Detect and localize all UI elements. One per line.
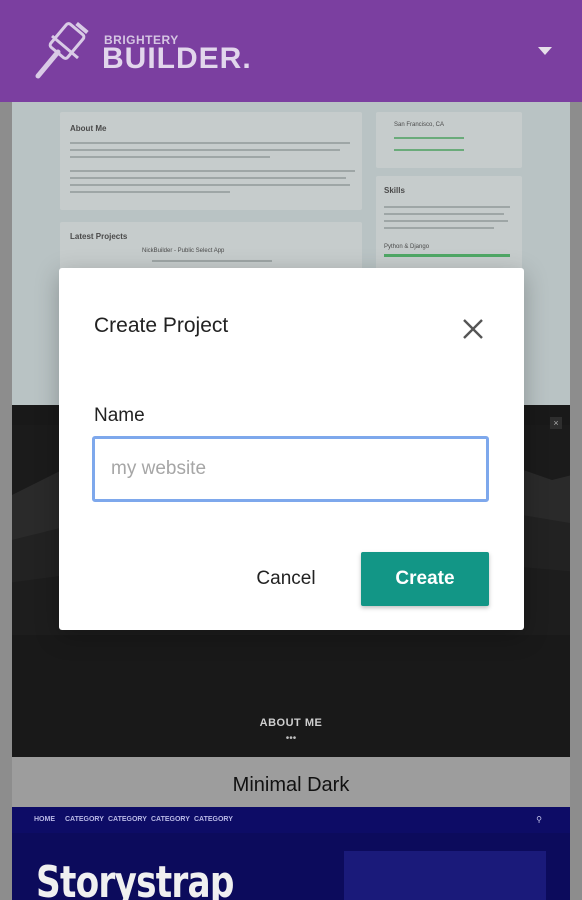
preview-line bbox=[70, 191, 230, 193]
close-icon[interactable] bbox=[460, 316, 486, 342]
preview-line bbox=[384, 227, 494, 229]
preview-nav-item: CATEGORY bbox=[108, 816, 147, 823]
preview-contact-panel bbox=[376, 112, 522, 168]
preview-navbar: HOME CATEGORY CATEGORY CATEGORY CATEGORY… bbox=[12, 807, 570, 833]
preview-nav-item: CATEGORY bbox=[65, 816, 104, 823]
dialog-title: Create Project bbox=[94, 314, 229, 337]
preview-nav-item: CATEGORY bbox=[151, 816, 190, 823]
preview-about-heading: About Me bbox=[70, 124, 107, 133]
preview-line bbox=[70, 177, 346, 179]
preview-line bbox=[384, 213, 504, 215]
preview-projects-heading: Latest Projects bbox=[70, 232, 128, 241]
search-icon: ⚲ bbox=[536, 815, 542, 824]
preview-skills-heading: Skills bbox=[384, 186, 405, 195]
preview-title: Storystrap bbox=[36, 857, 234, 900]
preview-line bbox=[152, 260, 272, 262]
preview-nav-item: HOME bbox=[34, 816, 55, 823]
preview-nav-item: CATEGORY bbox=[194, 816, 233, 823]
create-button[interactable]: Create bbox=[361, 552, 489, 606]
name-field-label: Name bbox=[94, 405, 145, 426]
preview-project-name: NickBuilder - Public Select App bbox=[142, 248, 225, 254]
preview-location: San Francisco, CA bbox=[394, 122, 445, 128]
template-card-storystrap[interactable]: HOME CATEGORY CATEGORY CATEGORY CATEGORY… bbox=[12, 807, 570, 900]
project-name-input[interactable] bbox=[92, 436, 489, 502]
preview-skill-name: Python & Django bbox=[384, 244, 430, 250]
preview-line bbox=[70, 142, 350, 144]
template-name-label[interactable]: Minimal Dark bbox=[12, 757, 570, 807]
app-header: BRIGHTERY BUILDER. bbox=[0, 0, 582, 102]
preview-line bbox=[70, 170, 355, 172]
preview-line bbox=[384, 206, 510, 208]
preview-line bbox=[70, 184, 350, 186]
preview-image-box bbox=[344, 851, 546, 900]
preview-close-icon: × bbox=[550, 417, 562, 429]
preview-line bbox=[394, 149, 464, 151]
preview-line bbox=[384, 220, 508, 222]
cancel-button[interactable]: Cancel bbox=[235, 556, 337, 602]
create-project-dialog: Create Project Name Cancel Create bbox=[59, 268, 524, 630]
preview-line bbox=[70, 156, 270, 158]
gavel-icon bbox=[35, 22, 89, 79]
preview-line bbox=[70, 149, 340, 151]
brand-name: BUILDER. bbox=[102, 42, 252, 75]
preview-dots: ••• bbox=[285, 733, 297, 744]
caret-down-icon[interactable] bbox=[538, 47, 552, 55]
preview-line bbox=[394, 137, 464, 139]
preview-about-heading: ABOUT ME bbox=[259, 717, 323, 729]
preview-skill-bar bbox=[384, 254, 510, 257]
